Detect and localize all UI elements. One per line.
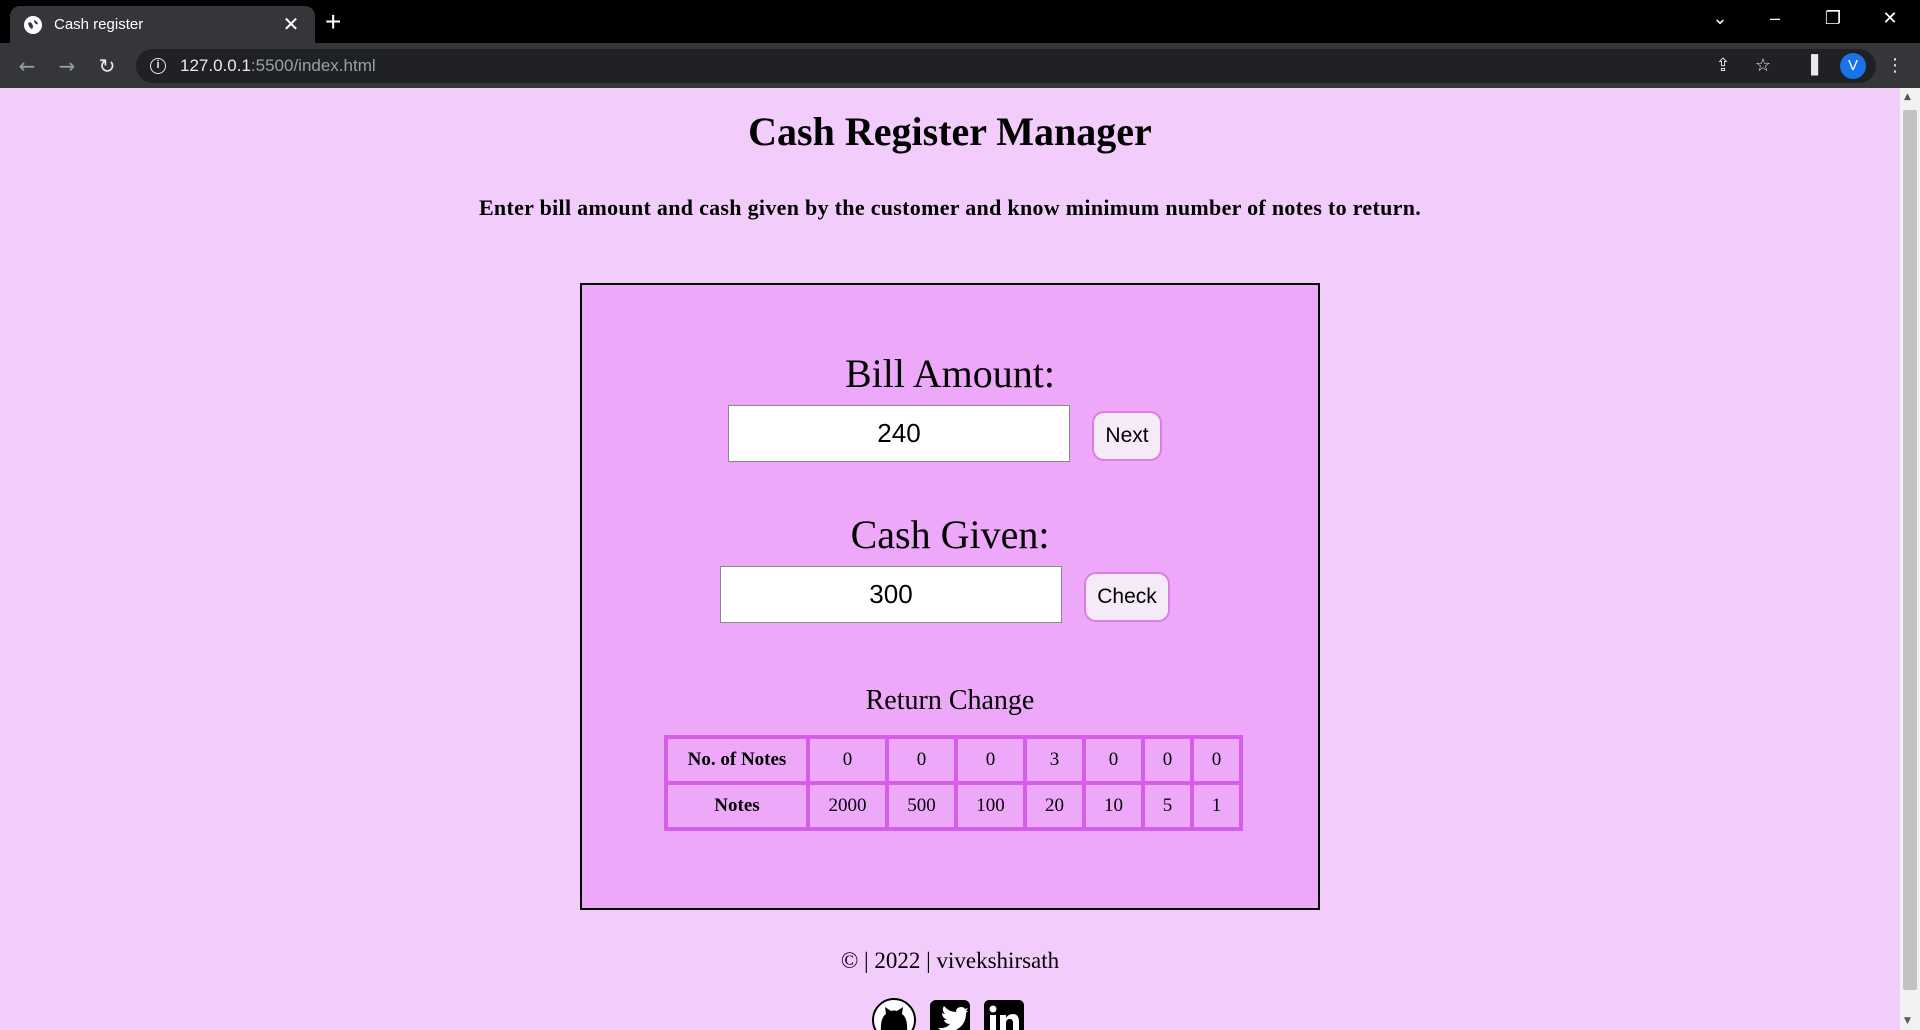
browser-toolbar: ← → ↻ i 127.0.0.1:5500/index.html ⇪ ☆ ▐ … <box>0 43 1920 88</box>
new-tab-icon[interactable]: + <box>325 8 341 36</box>
tab-close-icon[interactable]: ✕ <box>281 15 301 35</box>
scroll-down-arrow-icon[interactable]: ▼ <box>1904 1016 1911 1026</box>
note-value-cell: 5 <box>1143 783 1192 829</box>
bookmark-star-icon[interactable]: ☆ <box>1752 55 1774 77</box>
close-window-icon[interactable]: ✕ <box>1875 8 1905 29</box>
return-change-table: No. of Notes 0 0 0 3 0 0 0 Notes 2000 50… <box>664 735 1243 831</box>
check-button[interactable]: Check <box>1084 572 1170 622</box>
page-description: Enter bill amount and cash given by the … <box>478 195 1422 220</box>
table-row-note-values: Notes 2000 500 100 20 10 5 1 <box>666 783 1241 829</box>
github-icon[interactable] <box>872 998 916 1030</box>
note-count-cell: 0 <box>956 737 1025 783</box>
table-row-note-counts: No. of Notes 0 0 0 3 0 0 0 <box>666 737 1241 783</box>
page-title: Cash Register Manager <box>748 109 1152 154</box>
note-value-cell: 2000 <box>808 783 887 829</box>
bill-amount-label: Bill Amount: <box>844 351 1056 396</box>
note-count-cell: 3 <box>1025 737 1084 783</box>
return-change-title: Return Change <box>865 685 1035 716</box>
page-scrollbar[interactable]: ▲ ▼ <box>1900 88 1920 1030</box>
note-count-cell: 0 <box>808 737 887 783</box>
browser-tab-bar: Cash register ✕ + ⌄ – ❐ ✕ <box>0 0 1920 43</box>
bill-amount-input[interactable] <box>728 405 1070 462</box>
address-bar[interactable]: i 127.0.0.1:5500/index.html <box>136 49 1876 83</box>
next-button[interactable]: Next <box>1092 411 1162 461</box>
cash-register-card: Bill Amount: Next Cash Given: Check Retu… <box>580 283 1320 910</box>
scroll-up-arrow-icon[interactable]: ▲ <box>1904 92 1911 102</box>
note-count-cell: 0 <box>1143 737 1192 783</box>
row-header-notes: Notes <box>666 783 808 829</box>
minimize-icon[interactable]: – <box>1760 8 1790 29</box>
profile-avatar[interactable]: V <box>1840 53 1866 79</box>
reload-icon[interactable]: ↻ <box>94 53 120 79</box>
note-count-cell: 0 <box>1084 737 1143 783</box>
restore-icon[interactable]: ❐ <box>1818 8 1848 29</box>
forward-icon[interactable]: → <box>54 53 80 79</box>
note-value-cell: 500 <box>887 783 956 829</box>
url-host: 127.0.0.1 <box>180 56 251 75</box>
site-info-icon[interactable]: i <box>150 58 166 74</box>
note-value-cell: 100 <box>956 783 1025 829</box>
tab-title: Cash register <box>54 16 144 33</box>
browser-tab[interactable]: Cash register ✕ <box>10 6 315 43</box>
note-value-cell: 1 <box>1192 783 1241 829</box>
twitter-icon[interactable] <box>928 998 972 1030</box>
note-count-cell: 0 <box>1192 737 1241 783</box>
scroll-thumb[interactable] <box>1903 110 1917 990</box>
menu-kebab-icon[interactable]: ⋮ <box>1884 55 1906 77</box>
page-viewport: Cash Register Manager Enter bill amount … <box>0 88 1900 1030</box>
note-value-cell: 10 <box>1084 783 1143 829</box>
linkedin-icon[interactable] <box>982 998 1026 1030</box>
note-value-cell: 20 <box>1025 783 1084 829</box>
cash-given-label: Cash Given: <box>850 512 1050 557</box>
tab-search-chevron-icon[interactable]: ⌄ <box>1705 8 1735 29</box>
side-panel-icon[interactable]: ▐ <box>1800 55 1822 77</box>
back-icon[interactable]: ← <box>14 53 40 79</box>
cash-given-input[interactable] <box>720 566 1062 623</box>
row-header-no-of-notes: No. of Notes <box>666 737 808 783</box>
note-count-cell: 0 <box>887 737 956 783</box>
url-path: :5500/index.html <box>250 56 376 75</box>
footer-copyright: © | 2022 | vivekshirsath <box>840 948 1060 973</box>
share-icon[interactable]: ⇪ <box>1712 55 1734 77</box>
globe-icon <box>24 15 42 34</box>
